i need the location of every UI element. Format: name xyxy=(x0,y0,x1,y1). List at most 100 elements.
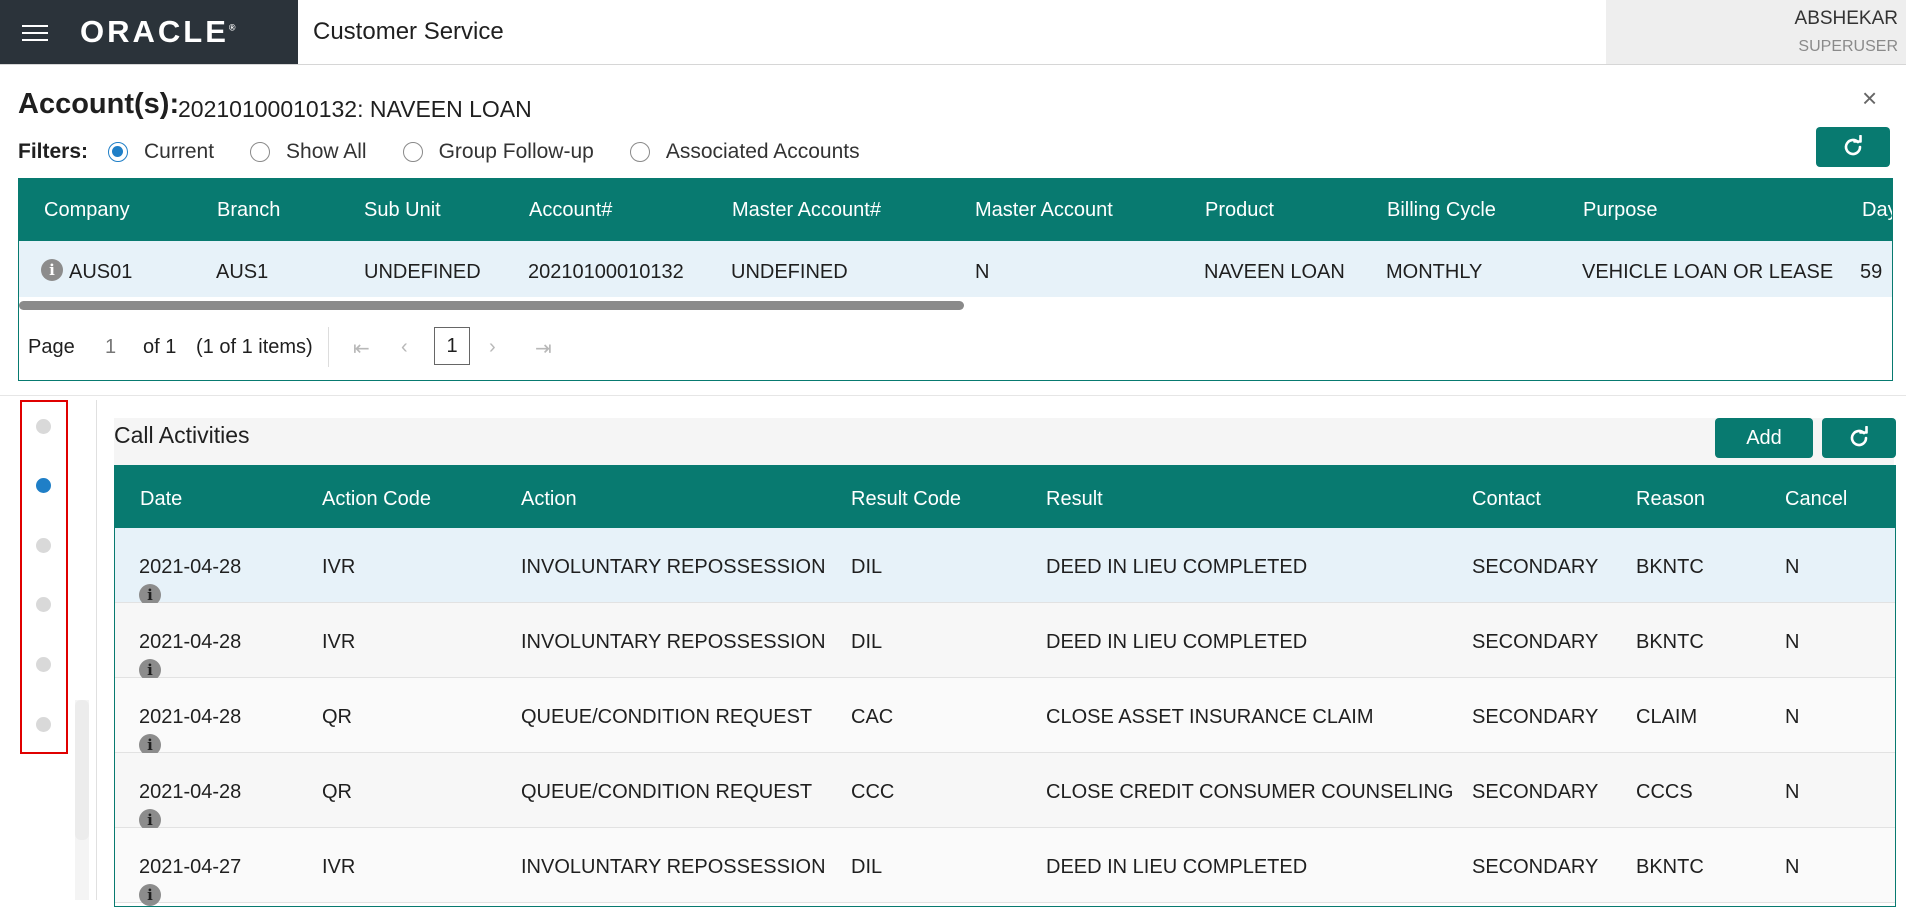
cell-date: i 2021-04-27 xyxy=(139,856,241,906)
rail-divider xyxy=(96,400,97,900)
nav-dot-3[interactable] xyxy=(36,538,51,553)
top-bar: ORACLE® Customer Service ABSHEKAR SUPERU… xyxy=(0,0,1906,65)
radio-icon xyxy=(402,142,423,162)
table-row[interactable]: i 2021-04-28 IVR INVOLUNTARY REPOSSESSION DI… xyxy=(115,603,1895,681)
col-company[interactable]: Company xyxy=(44,199,130,222)
previous-page-icon[interactable]: ‹ xyxy=(401,336,408,359)
info-icon[interactable]: i xyxy=(139,884,161,906)
current-page-button[interactable]: 1 xyxy=(434,327,470,365)
filter-associated-accounts-label: Associated Accounts xyxy=(665,140,860,163)
cell-result: DEED IN LIEU COMPLETED xyxy=(1046,556,1308,578)
table-row[interactable]: i 2021-04-28 QR QUEUE/CONDITION REQUEST CAC C… xyxy=(115,678,1895,756)
col-sub-unit[interactable]: Sub Unit xyxy=(364,199,441,222)
next-page-icon[interactable]: › xyxy=(489,336,496,359)
section-navigator xyxy=(20,400,68,754)
cell-result-code: DIL xyxy=(851,556,883,578)
col-branch[interactable]: Branch xyxy=(217,199,280,222)
cell-action: QUEUE/CONDITION REQUEST xyxy=(521,706,813,728)
cell-branch: AUS1 xyxy=(216,261,269,283)
col-product[interactable]: Product xyxy=(1205,199,1274,222)
cell-cancel: N xyxy=(1785,556,1800,578)
cell-contact: SECONDARY xyxy=(1472,631,1599,653)
cell-date: i 2021-04-28 xyxy=(139,631,241,681)
col-master-account[interactable]: Master Account xyxy=(975,199,1113,222)
nav-dot-4[interactable] xyxy=(36,597,51,612)
cell-reason: CLAIM xyxy=(1636,706,1698,728)
refresh-call-activities-button[interactable] xyxy=(1822,418,1896,458)
hamburger-menu-icon[interactable] xyxy=(22,20,48,42)
filter-group-follow-up-radio[interactable]: Group Follow-up xyxy=(402,140,594,164)
filter-current-radio[interactable]: Current xyxy=(108,140,214,164)
horizontal-scrollbar[interactable] xyxy=(19,301,964,310)
cell-result: CLOSE CREDIT CONSUMER COUNSELING xyxy=(1046,781,1454,803)
col-contact[interactable]: Contact xyxy=(1472,488,1541,511)
filter-associated-accounts-radio[interactable]: Associated Accounts xyxy=(629,140,860,164)
table-row[interactable]: i 2021-04-28 QR QUEUE/CONDITION REQUEST CCC C… xyxy=(115,753,1895,831)
call-activities-header xyxy=(114,418,1894,466)
page-items-label: (1 of 1 items) xyxy=(196,336,313,358)
cell-action: INVOLUNTARY REPOSSESSION xyxy=(521,631,826,653)
cell-account-number: 20210100010132 xyxy=(528,261,684,283)
table-row[interactable]: i 2021-04-27 IVR INVOLUNTARY REPOSSESSION DI… xyxy=(115,828,1895,906)
cell-contact: SECONDARY xyxy=(1472,781,1599,803)
col-account-number[interactable]: Account# xyxy=(529,199,612,222)
col-master-account-number[interactable]: Master Account# xyxy=(732,199,881,222)
col-date[interactable]: Date xyxy=(140,488,182,511)
add-call-activity-button[interactable]: Add xyxy=(1715,418,1813,458)
cell-sub-unit: UNDEFINED xyxy=(364,261,481,283)
info-icon[interactable]: i xyxy=(41,258,63,281)
nav-dot-1[interactable] xyxy=(36,419,51,434)
cell-reason: CCCS xyxy=(1636,781,1693,803)
cell-purpose: VEHICLE LOAN OR LEASE xyxy=(1582,261,1834,283)
cell-cancel: N xyxy=(1785,706,1800,728)
cell-date-text: 2021-04-28 xyxy=(139,781,242,803)
nav-dot-5[interactable] xyxy=(36,657,51,672)
cell-action-code: IVR xyxy=(322,631,356,653)
cell-day: 59 xyxy=(1860,261,1883,283)
user-menu[interactable]: ABSHEKAR SUPERUSER xyxy=(1606,0,1906,64)
col-action[interactable]: Action xyxy=(521,488,577,511)
col-action-code[interactable]: Action Code xyxy=(322,488,431,511)
last-page-icon[interactable]: ⇥ xyxy=(535,336,552,361)
cell-action: QUEUE/CONDITION REQUEST xyxy=(521,781,813,803)
account-value: 20210100010132: NAVEEN LOAN xyxy=(178,96,532,122)
pager-divider xyxy=(328,327,329,367)
cell-product: NAVEEN LOAN xyxy=(1204,261,1345,283)
table-row[interactable]: i 2021-04-28 IVR INVOLUNTARY REPOSSESSION DI… xyxy=(115,528,1895,606)
nav-dot-2-active[interactable] xyxy=(36,478,51,493)
filter-current-label: Current xyxy=(144,140,215,163)
radio-checked-icon xyxy=(108,142,129,162)
col-billing-cycle[interactable]: Billing Cycle xyxy=(1387,199,1496,222)
cell-action-code: IVR xyxy=(322,556,356,578)
brand-block: ORACLE® xyxy=(0,0,298,64)
cell-action: INVOLUNTARY REPOSSESSION xyxy=(521,556,826,578)
cell-result: DEED IN LIEU COMPLETED xyxy=(1046,631,1308,653)
filter-group-follow-up-label: Group Follow-up xyxy=(438,140,594,163)
col-purpose[interactable]: Purpose xyxy=(1583,199,1658,222)
nav-dot-6[interactable] xyxy=(36,717,51,732)
table-row[interactable]: i AUS01 AUS1 UNDEFINED 20210100010132 UND… xyxy=(19,241,1892,297)
first-page-icon[interactable]: ⇤ xyxy=(353,336,370,361)
cell-cancel: N xyxy=(1785,856,1800,878)
radio-icon xyxy=(629,142,650,162)
col-result[interactable]: Result xyxy=(1046,488,1103,511)
filters-row: Filters: Current Show All Group Follow-u… xyxy=(18,137,896,167)
filter-show-all-radio[interactable]: Show All xyxy=(250,140,367,164)
cell-contact: SECONDARY xyxy=(1472,706,1599,728)
col-day[interactable]: Day xyxy=(1862,199,1892,222)
vertical-scrollbar[interactable] xyxy=(75,700,89,840)
col-cancel[interactable]: Cancel xyxy=(1785,488,1847,511)
cell-date: i 2021-04-28 xyxy=(139,556,241,606)
cell-contact: SECONDARY xyxy=(1472,556,1599,578)
col-reason[interactable]: Reason xyxy=(1636,488,1705,511)
refresh-accounts-button[interactable] xyxy=(1816,127,1890,167)
cell-master-account-number: UNDEFINED xyxy=(731,261,848,283)
cell-result-code: CAC xyxy=(851,706,894,728)
cell-cancel: N xyxy=(1785,781,1800,803)
user-role: SUPERUSER xyxy=(1798,38,1898,55)
oracle-logo: ORACLE® xyxy=(80,14,236,49)
cell-result: CLOSE ASSET INSURANCE CLAIM xyxy=(1046,706,1374,728)
col-result-code[interactable]: Result Code xyxy=(851,488,961,511)
close-icon[interactable]: × xyxy=(1862,83,1877,114)
cell-date-text: 2021-04-28 xyxy=(139,706,242,728)
